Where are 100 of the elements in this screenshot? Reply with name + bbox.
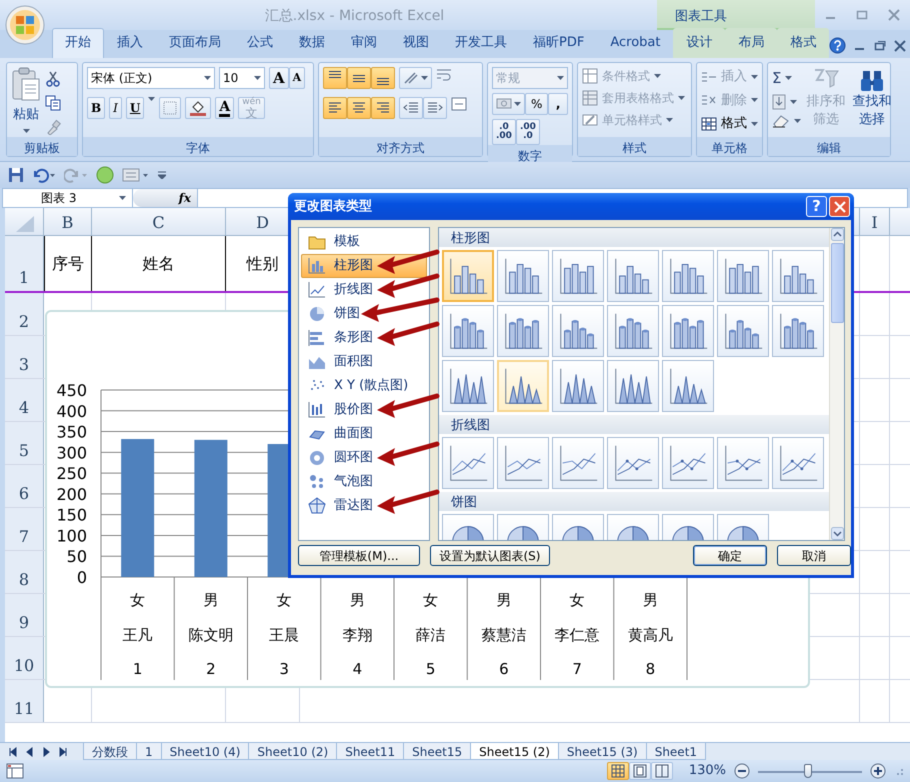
scrollbar-thumb[interactable] [830,243,844,323]
percent-button[interactable]: % [525,93,548,115]
sheet-tab[interactable]: Sheet1 [646,742,706,760]
chart-type-item[interactable]: 折线图 [301,278,427,302]
scroll-down-icon[interactable] [830,527,844,540]
chart-subtype-thumbnail[interactable] [662,437,714,489]
view-mode-button[interactable] [650,762,673,780]
find-select-button[interactable]: 查找和选择 [851,67,893,137]
row-header[interactable]: 3 [18,353,30,377]
row-header[interactable]: 1 [18,266,30,290]
grow-font-button[interactable]: A [269,67,289,89]
caret-icon[interactable] [790,100,797,104]
ribbon-tab[interactable]: 格式 [777,28,830,58]
bold-button[interactable]: B [87,97,106,119]
merge-cells-icon[interactable] [451,97,467,111]
chart-subtype-thumbnail[interactable] [717,305,769,357]
decrease-indent-button[interactable] [399,97,423,119]
caret-icon[interactable] [204,76,211,80]
chart-type-item[interactable]: X Y (散点图) [301,374,427,398]
ribbon-tab[interactable]: 开始 [52,28,104,58]
chart-subtype-thumbnail[interactable] [442,360,494,412]
caret-icon[interactable] [254,76,261,80]
column-header[interactable]: I [860,208,890,235]
sheet-tab[interactable]: 1 [136,742,162,760]
sheet-tab[interactable]: Sheet15 [403,742,472,760]
row-header[interactable]: 5 [18,439,30,463]
chart-subtype-thumbnail[interactable] [497,305,549,357]
currency-button[interactable] [492,93,525,115]
ribbon-tab[interactable]: 视图 [390,28,442,58]
horizontal-align-button[interactable] [323,97,347,119]
chart-subtype-thumbnail[interactable] [442,305,494,357]
caret-icon[interactable] [794,118,801,122]
caret-icon[interactable] [148,97,156,101]
tab-scroll-arrow-icon[interactable] [8,746,17,756]
row-header[interactable]: 6 [18,482,30,506]
chart-type-item[interactable]: 柱形图 [301,254,427,278]
chart-subtype-thumbnail[interactable] [607,437,659,489]
increase-indent-button[interactable] [423,97,447,119]
ribbon-tab[interactable]: 公式 [234,28,286,58]
row-header[interactable]: 8 [18,568,30,592]
ribbon-tab[interactable]: 福昕PDF [520,28,598,58]
name-box-field[interactable]: 图表 3 [3,189,133,207]
autosum-button[interactable]: Σ [772,67,801,90]
sheet-tab[interactable]: 分数段 [83,742,137,760]
chart-subtype-thumbnail[interactable] [607,250,659,302]
chart-subtype-thumbnail[interactable] [497,360,549,412]
sheet-tab[interactable]: Sheet15 (2) [470,742,559,760]
font-size-field[interactable]: 10 [219,67,265,89]
macro-record-icon[interactable] [6,763,24,779]
orientation-button[interactable] [399,67,432,89]
chart-subtype-thumbnail[interactable] [442,437,494,489]
italic-button[interactable]: I [109,97,122,119]
ribbon-tab[interactable]: 布局 [725,28,778,58]
chart-type-item[interactable]: 气泡图 [301,470,427,494]
view-mode-button[interactable] [628,762,651,780]
zoom-out-icon[interactable] [734,763,750,779]
close-icon[interactable] [894,40,906,52]
chart-subtype-thumbnail[interactable] [497,250,549,302]
chart-type-item[interactable]: 面积图 [301,350,427,374]
comma-button[interactable]: , [548,93,568,115]
wrap-text-icon[interactable] [436,67,452,83]
zoom-in-icon[interactable] [870,763,886,779]
row-header[interactable]: 7 [18,525,30,549]
caret-icon[interactable] [22,128,30,132]
chart-type-item[interactable]: 曲面图 [301,422,427,446]
scissors-icon[interactable] [45,71,61,87]
undo-icon[interactable] [32,167,56,183]
chart-subtype-thumbnail[interactable] [607,305,659,357]
chart-subtype-thumbnail[interactable] [497,437,549,489]
sheet-tab[interactable]: Sheet10 (4) [160,742,250,760]
chart-subtype-thumbnail[interactable] [772,250,824,302]
view-mode-button[interactable] [606,762,629,780]
chart-subtype-thumbnail[interactable] [607,360,659,412]
copy-icon[interactable] [45,95,61,111]
chart-subtype-thumbnail[interactable] [552,360,604,412]
sheet-tab[interactable]: Sheet10 (2) [248,742,338,760]
ribbon-tab[interactable]: 页面布局 [156,28,234,58]
chart-subtype-thumbnail[interactable] [717,250,769,302]
close-button[interactable] [829,196,850,217]
chart-type-item[interactable]: 饼图 [301,302,427,326]
clear-button[interactable] [772,114,801,128]
caret-icon[interactable] [751,122,758,126]
ribbon-tab[interactable]: 插入 [104,28,156,58]
fill-color-button[interactable] [185,97,212,119]
cell-menu-button[interactable]: 格式 [701,114,758,134]
chart-subtype-thumbnail[interactable] [662,305,714,357]
save-icon[interactable] [8,167,24,183]
horizontal-align-button[interactable] [371,97,395,119]
dialog-button[interactable]: 设置为默认图表(S) [430,545,550,566]
sheet-tab[interactable]: Sheet15 (3) [558,742,647,760]
chart-subtype-thumbnail[interactable] [717,437,769,489]
dialog-button[interactable]: 管理模板(M)... [298,545,420,566]
ribbon-tab[interactable]: 设计 [673,28,726,58]
ribbon-tab[interactable]: 审阅 [338,28,390,58]
dialog-button[interactable]: 取消 [777,545,851,566]
ribbon-tab[interactable]: 开发工具 [442,28,520,58]
scroll-up-icon[interactable] [830,228,844,241]
ribbon-tab[interactable]: 数据 [286,28,338,58]
tab-scroll-arrow-icon[interactable] [59,746,68,756]
column-header[interactable]: C [92,208,226,235]
